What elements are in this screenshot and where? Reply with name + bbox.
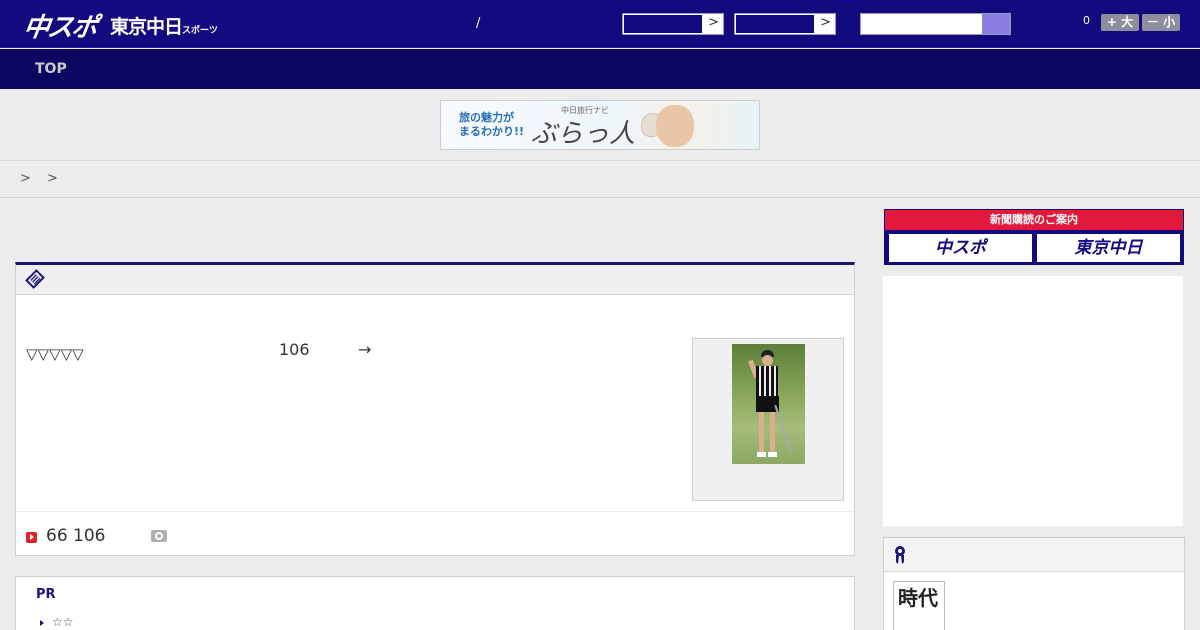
- chevron-right-icon: >: [708, 15, 719, 30]
- pr-title: PR: [36, 587, 56, 602]
- jidai-thumbnail[interactable]: 時代: [893, 581, 945, 630]
- subscription-title: 新聞購読のご案内: [885, 210, 1183, 230]
- article-arrow: →: [358, 340, 372, 359]
- tokyo-chunichi-logo[interactable]: 東京中日スポーツ: [110, 12, 218, 39]
- chevron-right-icon: >: [820, 15, 831, 30]
- header-slash: /: [476, 16, 481, 31]
- sidebar-ad-slot: [883, 276, 1183, 526]
- article-panel: ▽▽▽▽▽ 106 → 66 106: [15, 262, 855, 556]
- article-number: 106: [279, 340, 310, 359]
- photo-shoe: [757, 452, 766, 457]
- photo-head: [762, 355, 773, 366]
- article-footer-text: 66 106: [46, 526, 106, 546]
- banner-line1: 旅の魅力が: [459, 111, 514, 124]
- banner-brand: ぶらっ人: [531, 119, 636, 149]
- pr-link[interactable]: ☆☆: [40, 615, 74, 629]
- photo-shirt: [756, 366, 778, 396]
- chuspo-logo[interactable]: 中スポ: [21, 7, 98, 44]
- photo-club: [774, 404, 792, 454]
- golfer-photo[interactable]: [732, 344, 805, 464]
- photo-shoe: [768, 452, 777, 457]
- article-lead: ▽▽▽▽▽: [26, 345, 84, 363]
- main-nav: TOP: [0, 49, 1200, 89]
- ad-banner[interactable]: 旅の魅力が まるわかり!! 中日旅行ナビ ぶらっ人: [440, 100, 760, 150]
- counter-text: 0: [1083, 14, 1090, 27]
- play-icon: [26, 532, 37, 543]
- subscribe-chuspo-button[interactable]: 中スポ: [888, 233, 1033, 263]
- search-button[interactable]: [982, 14, 1010, 34]
- nav-item-top[interactable]: TOP: [35, 61, 67, 77]
- pr-panel: PR ☆☆: [15, 576, 855, 630]
- model-photo: [656, 105, 694, 147]
- category-select-2[interactable]: >: [734, 13, 836, 35]
- breadcrumb: > >: [20, 171, 64, 186]
- photo-leg: [770, 412, 775, 454]
- font-larger-button[interactable]: + 大: [1101, 14, 1139, 31]
- font-smaller-button[interactable]: － 小: [1142, 14, 1180, 31]
- article-panel-header: [16, 265, 854, 295]
- banner-line2: まるわかり!!: [459, 125, 525, 138]
- category-select-1[interactable]: >: [622, 13, 724, 35]
- subscribe-tokyo-button[interactable]: 東京中日: [1036, 233, 1181, 263]
- newspaper-icon: [25, 269, 45, 289]
- category-select-2-value: [735, 14, 815, 34]
- search-input[interactable]: [860, 13, 1011, 35]
- article-photo-frame[interactable]: [692, 338, 844, 501]
- pr-link-label: ☆☆: [52, 615, 74, 629]
- ribbon-icon: [895, 546, 905, 564]
- site-header: 中スポ 東京中日スポーツ / > > 0 + 大 － 小: [0, 0, 1200, 48]
- sidebar-ranking-panel: 時代: [883, 537, 1185, 630]
- sidebar-panel-header: [884, 538, 1184, 572]
- tokyo-logo-small: スポーツ: [182, 26, 218, 36]
- panel-divider: [16, 511, 854, 512]
- category-select-1-value: [623, 14, 703, 34]
- camera-icon[interactable]: [151, 530, 167, 542]
- subscription-box: 新聞購読のご案内 中スポ 東京中日: [884, 209, 1184, 265]
- photo-leg: [759, 412, 764, 454]
- breadcrumb-bar: > >: [0, 160, 1200, 198]
- tokyo-logo-text: 東京中日: [110, 16, 183, 38]
- banner-text: 旅の魅力が まるわかり!!: [459, 111, 524, 139]
